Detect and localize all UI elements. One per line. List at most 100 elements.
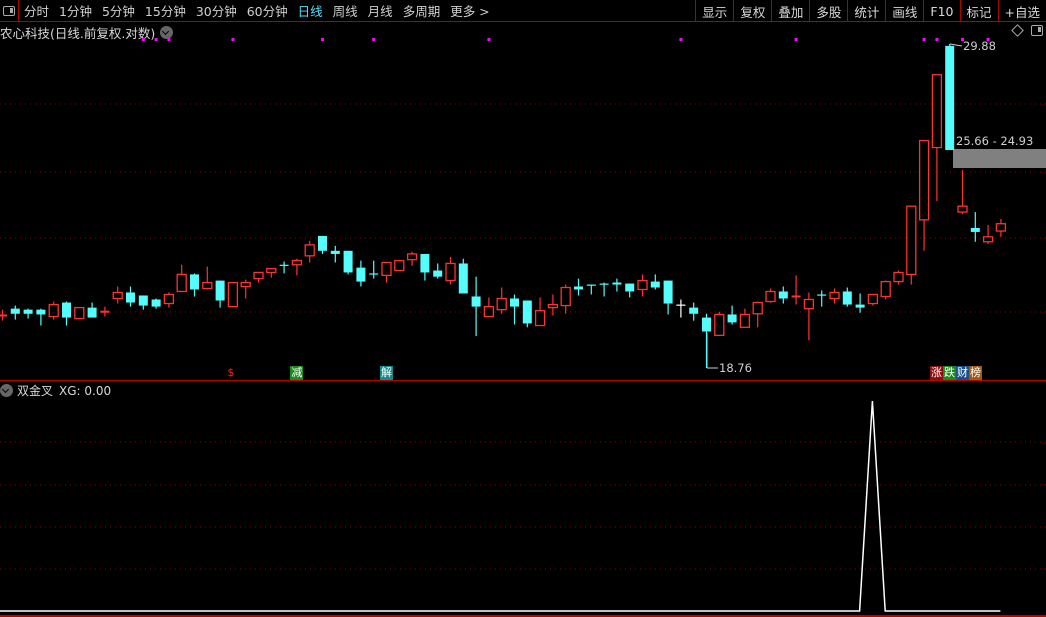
- candle: [995, 218, 1007, 237]
- signal-dot: [794, 38, 798, 41]
- candle: [982, 224, 994, 244]
- candle-body: [227, 281, 239, 308]
- candle-body: [138, 295, 148, 306]
- candle-body: [945, 45, 955, 150]
- signal-dot: [321, 38, 324, 41]
- gap-range-label: 25.66 - 24.93: [956, 134, 1034, 148]
- candle: [842, 287, 852, 307]
- candle-body: [957, 205, 968, 213]
- candle-body: [625, 283, 635, 292]
- candle: [522, 300, 532, 328]
- candle-body: [87, 307, 97, 318]
- candle: [227, 281, 239, 308]
- candle-body: [906, 205, 917, 276]
- candle: [87, 302, 97, 318]
- candle: [483, 297, 495, 318]
- candle: [36, 308, 46, 326]
- candle: [23, 308, 33, 319]
- candle: [803, 292, 815, 341]
- candle: [330, 245, 340, 263]
- candle-body: [574, 286, 583, 290]
- candle-body: [433, 270, 443, 277]
- candle: [356, 260, 366, 287]
- candle: [574, 278, 583, 296]
- candle: [547, 294, 559, 316]
- event-marker[interactable]: $: [226, 366, 235, 380]
- candle-body: [445, 262, 456, 282]
- candle-body: [483, 305, 495, 318]
- candle-body: [253, 271, 264, 280]
- candle-body: [599, 283, 609, 285]
- signal-dot: [372, 38, 376, 41]
- pane-divider[interactable]: [0, 380, 1046, 381]
- candle-body: [510, 298, 519, 307]
- candle: [855, 293, 865, 313]
- candle: [906, 205, 917, 285]
- candle: [240, 279, 251, 299]
- candle: [190, 273, 199, 297]
- candle: [176, 264, 187, 293]
- candle: [625, 283, 635, 298]
- candle: [663, 280, 673, 315]
- candle: [304, 240, 315, 263]
- candle: [560, 284, 571, 314]
- signal-dot: [487, 38, 491, 41]
- indicator-title: 双金叉 XG: 0.00: [0, 382, 111, 399]
- candle: [406, 251, 418, 266]
- candle: [752, 301, 763, 328]
- candle-body: [931, 74, 943, 149]
- candle-body: [23, 309, 33, 314]
- badge[interactable]: 财: [956, 366, 969, 380]
- candle: [0, 309, 7, 321]
- candle-body: [304, 244, 315, 257]
- candle: [163, 292, 175, 308]
- news-badges[interactable]: 涨跌财榜: [930, 366, 982, 380]
- candle-body: [829, 291, 840, 300]
- signal-dot: [231, 38, 235, 41]
- candle: [689, 302, 699, 321]
- candle-body: [420, 253, 430, 273]
- candle: [48, 301, 59, 320]
- candle-body: [995, 223, 1007, 232]
- chevron-down-icon[interactable]: [0, 384, 13, 397]
- candlestick-chart[interactable]: [0, 0, 1046, 617]
- candle: [291, 258, 303, 276]
- candle-body: [0, 314, 7, 317]
- candle: [74, 306, 85, 320]
- candle-body: [842, 291, 852, 305]
- candle-body: [867, 293, 879, 305]
- candle-body: [406, 253, 418, 261]
- candle-body: [151, 299, 161, 307]
- badge[interactable]: 榜: [969, 366, 982, 380]
- candle: [138, 295, 148, 310]
- candle-body: [855, 304, 865, 308]
- badge[interactable]: 跌: [943, 366, 956, 380]
- candle-body: [318, 235, 327, 251]
- candle-body: [880, 280, 891, 298]
- candle: [510, 294, 519, 325]
- candle-body: [739, 313, 751, 328]
- candle: [343, 250, 353, 275]
- candle: [394, 259, 405, 272]
- candle-body: [458, 263, 468, 294]
- candle: [215, 280, 225, 308]
- candle-body: [126, 292, 135, 303]
- event-marker[interactable]: 解: [380, 366, 393, 380]
- candle-body: [240, 281, 251, 288]
- candle-body: [791, 295, 801, 298]
- candle: [369, 260, 379, 279]
- badge[interactable]: 涨: [930, 366, 943, 380]
- signal-dot: [154, 38, 158, 41]
- candle: [817, 290, 827, 307]
- event-marker[interactable]: 减: [290, 366, 304, 380]
- candle: [458, 258, 468, 294]
- candle-body: [36, 309, 46, 315]
- candle-body: [918, 139, 930, 221]
- candle: [126, 286, 135, 307]
- candle: [829, 288, 840, 304]
- candle: [867, 293, 879, 306]
- candle-body: [369, 273, 379, 275]
- signal-dot: [935, 38, 939, 41]
- candle: [893, 270, 904, 285]
- low-price-label: 18.76: [719, 361, 752, 375]
